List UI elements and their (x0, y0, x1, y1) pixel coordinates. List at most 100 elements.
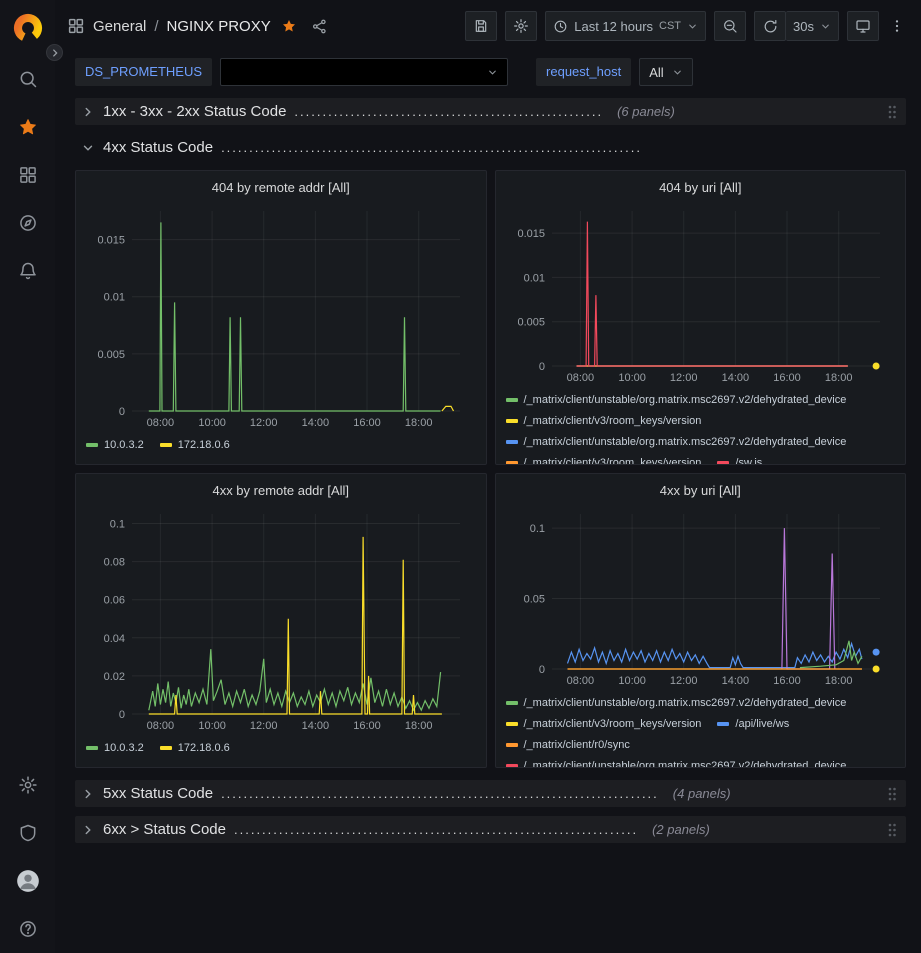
panel-title[interactable]: 404 by uri [All] (506, 177, 896, 201)
panel-404-by-uri: 404 by uri [All] 08:0010:0012:0014:0016:… (495, 170, 907, 465)
chevron-right-icon (81, 787, 95, 801)
sidebar-item-profile[interactable] (0, 857, 55, 905)
svg-text:16:00: 16:00 (773, 372, 801, 384)
favorite-star-icon[interactable] (281, 18, 297, 34)
svg-text:10:00: 10:00 (198, 720, 226, 732)
legend-item[interactable]: 172.18.0.6 (160, 737, 230, 758)
panel-legend: 10.0.3.2 172.18.0.6 (86, 434, 476, 455)
row-title-dots: ........................................… (221, 140, 642, 155)
variable-label-request-host: request_host (536, 58, 631, 86)
chart-4xx-by-remote-addr[interactable]: 08:0010:0012:0014:0016:0018:0000.020.040… (86, 504, 476, 737)
legend-item[interactable]: 172.18.0.6 (160, 434, 230, 455)
panel-legend: /_matrix/client/unstable/org.matrix.msc2… (506, 692, 896, 768)
sidebar-item-explore[interactable] (0, 199, 55, 247)
svg-text:10:00: 10:00 (618, 372, 646, 384)
svg-text:0.08: 0.08 (104, 557, 125, 569)
legend-item[interactable]: 10.0.3.2 (86, 737, 144, 758)
panels-grid: 404 by remote addr [All] 08:0010:0012:00… (75, 170, 906, 768)
grafana-app: General / NGINX PROXY Last 12 hours (0, 0, 921, 953)
chevron-down-icon (687, 21, 698, 32)
row-panel-count: (6 panels) (617, 104, 675, 119)
drag-handle-icon[interactable] (886, 102, 898, 122)
chart-4xx-by-uri[interactable]: 08:0010:0012:0014:0016:0018:0000.050.1 (506, 504, 896, 692)
kebab-menu[interactable] (887, 11, 907, 41)
legend-item[interactable]: /_matrix/client/unstable/org.matrix.msc2… (506, 431, 847, 452)
legend-label: 172.18.0.6 (178, 439, 230, 451)
gear-icon (18, 775, 38, 795)
svg-text:0.1: 0.1 (110, 519, 125, 531)
time-range-picker[interactable]: Last 12 hours CST (545, 11, 706, 41)
svg-text:16:00: 16:00 (353, 720, 381, 732)
svg-text:0.015: 0.015 (97, 235, 125, 247)
legend-label: /_matrix/client/unstable/org.matrix.msc2… (524, 697, 847, 709)
svg-text:0.02: 0.02 (104, 671, 125, 683)
panel-title[interactable]: 4xx by remote addr [All] (86, 480, 476, 504)
legend-item[interactable]: 10.0.3.2 (86, 434, 144, 455)
legend-swatch (160, 443, 172, 447)
sidebar-bottom-nav (0, 761, 55, 953)
svg-text:12:00: 12:00 (669, 675, 697, 687)
breadcrumb-section[interactable]: General (93, 18, 146, 35)
sidebar-item-starred[interactable] (0, 103, 55, 151)
svg-text:0: 0 (119, 406, 125, 418)
panel-title[interactable]: 404 by remote addr [All] (86, 177, 476, 201)
sidebar-item-search[interactable] (0, 55, 55, 103)
chart-404-by-remote-addr[interactable]: 08:0010:0012:0014:0016:0018:0000.0050.01… (86, 201, 476, 434)
svg-text:14:00: 14:00 (302, 417, 330, 429)
apps-icon (67, 17, 85, 35)
legend-swatch (506, 764, 518, 768)
compass-icon (18, 213, 38, 233)
sidebar (0, 0, 55, 953)
panel-title[interactable]: 4xx by uri [All] (506, 480, 896, 504)
row-4xx[interactable]: 4xx Status Code ........................… (75, 134, 906, 161)
chart-404-by-uri[interactable]: 08:0010:0012:0014:0016:0018:0000.0050.01… (506, 201, 896, 389)
sidebar-item-dashboards[interactable] (0, 151, 55, 199)
header-actions: Last 12 hours CST 30s (465, 11, 907, 41)
bell-icon (18, 261, 38, 281)
legend-item[interactable]: /_matrix/client/unstable/org.matrix.msc2… (506, 389, 847, 410)
svg-text:0.005: 0.005 (517, 317, 545, 329)
legend-item[interactable]: /_matrix/client/v3/room_keys/version (506, 452, 702, 465)
variable-value-request-host[interactable]: All (639, 58, 692, 86)
gear-icon (513, 18, 529, 34)
save-dashboard-button[interactable] (465, 11, 497, 41)
legend-item[interactable]: /_matrix/client/v3/room_keys/version (506, 410, 702, 431)
row-5xx[interactable]: 5xx Status Code ........................… (75, 780, 906, 807)
legend-item[interactable]: /_matrix/client/unstable/org.matrix.msc2… (506, 755, 847, 768)
sidebar-item-alerting[interactable] (0, 247, 55, 295)
variables-bar: DS_PROMETHEUS request_host All (55, 52, 921, 92)
row-title-dots: ........................................… (234, 822, 638, 837)
legend-item[interactable]: /api/live/ws (717, 713, 789, 734)
dashboard-settings-button[interactable] (505, 11, 537, 41)
row-title-dots: ........................................… (294, 104, 603, 119)
dashboard-header: General / NGINX PROXY Last 12 hours (55, 0, 921, 52)
clock-icon (553, 19, 568, 34)
svg-text:0: 0 (119, 709, 125, 721)
dashboard-canvas: 1xx - 3xx - 2xx Status Code ............… (55, 92, 921, 953)
legend-item[interactable]: /_matrix/client/v3/room_keys/version (506, 713, 702, 734)
svg-text:14:00: 14:00 (721, 372, 749, 384)
drag-handle-icon[interactable] (886, 820, 898, 840)
svg-text:0.06: 0.06 (104, 595, 125, 607)
refresh-button[interactable] (754, 11, 786, 41)
sidebar-item-server-admin[interactable] (0, 809, 55, 857)
legend-item[interactable]: /_matrix/client/r0/sync (506, 734, 630, 755)
sidebar-expand-button[interactable] (46, 44, 63, 61)
panel-legend: /_matrix/client/unstable/org.matrix.msc2… (506, 389, 896, 465)
drag-handle-icon[interactable] (886, 784, 898, 804)
refresh-interval-dropdown[interactable]: 30s (786, 11, 839, 41)
save-icon (473, 18, 489, 34)
tv-mode-button[interactable] (847, 11, 879, 41)
panel-4xx-by-remote-addr: 4xx by remote addr [All] 08:0010:0012:00… (75, 473, 487, 768)
legend-swatch (506, 701, 518, 705)
zoom-out-button[interactable] (714, 11, 746, 41)
variable-value-ds-prometheus[interactable] (220, 58, 508, 86)
row-1xx-3xx-2xx[interactable]: 1xx - 3xx - 2xx Status Code ............… (75, 98, 906, 125)
row-6xx[interactable]: 6xx > Status Code ......................… (75, 816, 906, 843)
legend-label: 172.18.0.6 (178, 742, 230, 754)
sidebar-item-help[interactable] (0, 905, 55, 953)
sidebar-item-configuration[interactable] (0, 761, 55, 809)
share-icon[interactable] (311, 18, 328, 35)
legend-item[interactable]: /_matrix/client/unstable/org.matrix.msc2… (506, 692, 847, 713)
legend-item[interactable]: /sw.js (717, 452, 762, 465)
